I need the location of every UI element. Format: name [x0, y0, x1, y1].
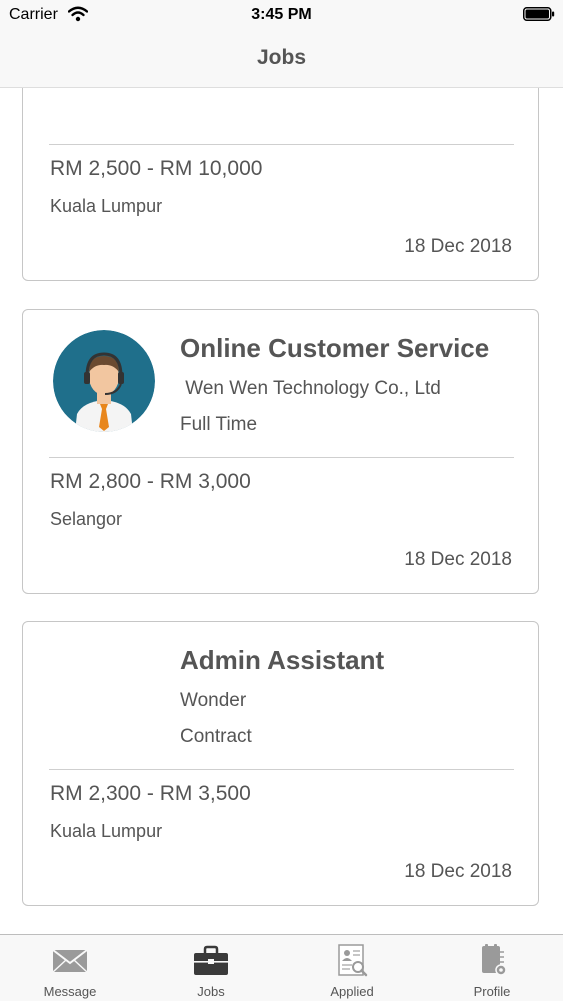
tab-bar: Message Jobs Applied Profile [0, 934, 563, 1001]
job-location: Selangor [50, 509, 123, 529]
briefcase-icon [194, 945, 228, 975]
company-name: Wonder [180, 690, 247, 711]
job-salary: RM 2,300 - RM 3,500 [50, 782, 251, 805]
tab-profile[interactable]: Profile [422, 935, 562, 1001]
job-card-header: Online Customer Service Wen Wen Technolo… [23, 310, 538, 458]
job-salary: RM 2,500 - RM 10,000 [50, 157, 263, 180]
tab-label: Jobs [197, 984, 225, 999]
job-date: 18 Dec 2018 [404, 236, 512, 257]
company-name: Wen Wen Technology Co., Ltd [180, 378, 441, 399]
tab-label: Message [43, 984, 97, 999]
job-location: Kuala Lumpur [50, 821, 163, 841]
customer-service-avatar [53, 330, 155, 432]
job-title: Admin Assistant [180, 645, 385, 675]
card-divider [49, 144, 514, 145]
envelope-icon [52, 949, 88, 973]
resume-icon [338, 944, 368, 977]
job-date: 18 Dec 2018 [404, 549, 512, 570]
card-divider [49, 457, 514, 458]
job-salary: RM 2,800 - RM 3,000 [50, 470, 251, 493]
tab-label: Profile [473, 984, 511, 999]
job-title: Online Customer Service [180, 333, 490, 363]
card-divider [49, 769, 514, 770]
tab-message[interactable]: Message [0, 935, 140, 1001]
job-list[interactable]: RM 2,500 - RM 10,000 Kuala Lumpur 18 Dec… [0, 88, 563, 934]
job-card-header [23, 88, 538, 145]
tab-label: Applied [330, 984, 374, 999]
status-bar: Carrier 3:45 PM [0, 0, 563, 30]
battery-icon [523, 7, 555, 21]
job-type: Full Time [180, 414, 258, 435]
navigation-bar: Jobs [0, 30, 563, 88]
profile-settings-icon [482, 944, 507, 976]
tab-applied[interactable]: Applied [282, 935, 422, 1001]
job-date: 18 Dec 2018 [404, 861, 512, 882]
job-card[interactable]: RM 2,500 - RM 10,000 Kuala Lumpur 18 Dec… [22, 88, 539, 281]
job-type: Contract [180, 726, 252, 747]
tab-jobs[interactable]: Jobs [141, 935, 281, 1001]
job-card[interactable]: Admin Assistant Wonder Contract RM 2,300… [22, 621, 539, 906]
page-title: Jobs [256, 46, 306, 69]
job-card-header: Admin Assistant Wonder Contract [23, 622, 538, 770]
status-time: 3:45 PM [251, 6, 312, 23]
job-card[interactable]: Online Customer Service Wen Wen Technolo… [22, 309, 539, 594]
job-location: Kuala Lumpur [50, 196, 163, 216]
